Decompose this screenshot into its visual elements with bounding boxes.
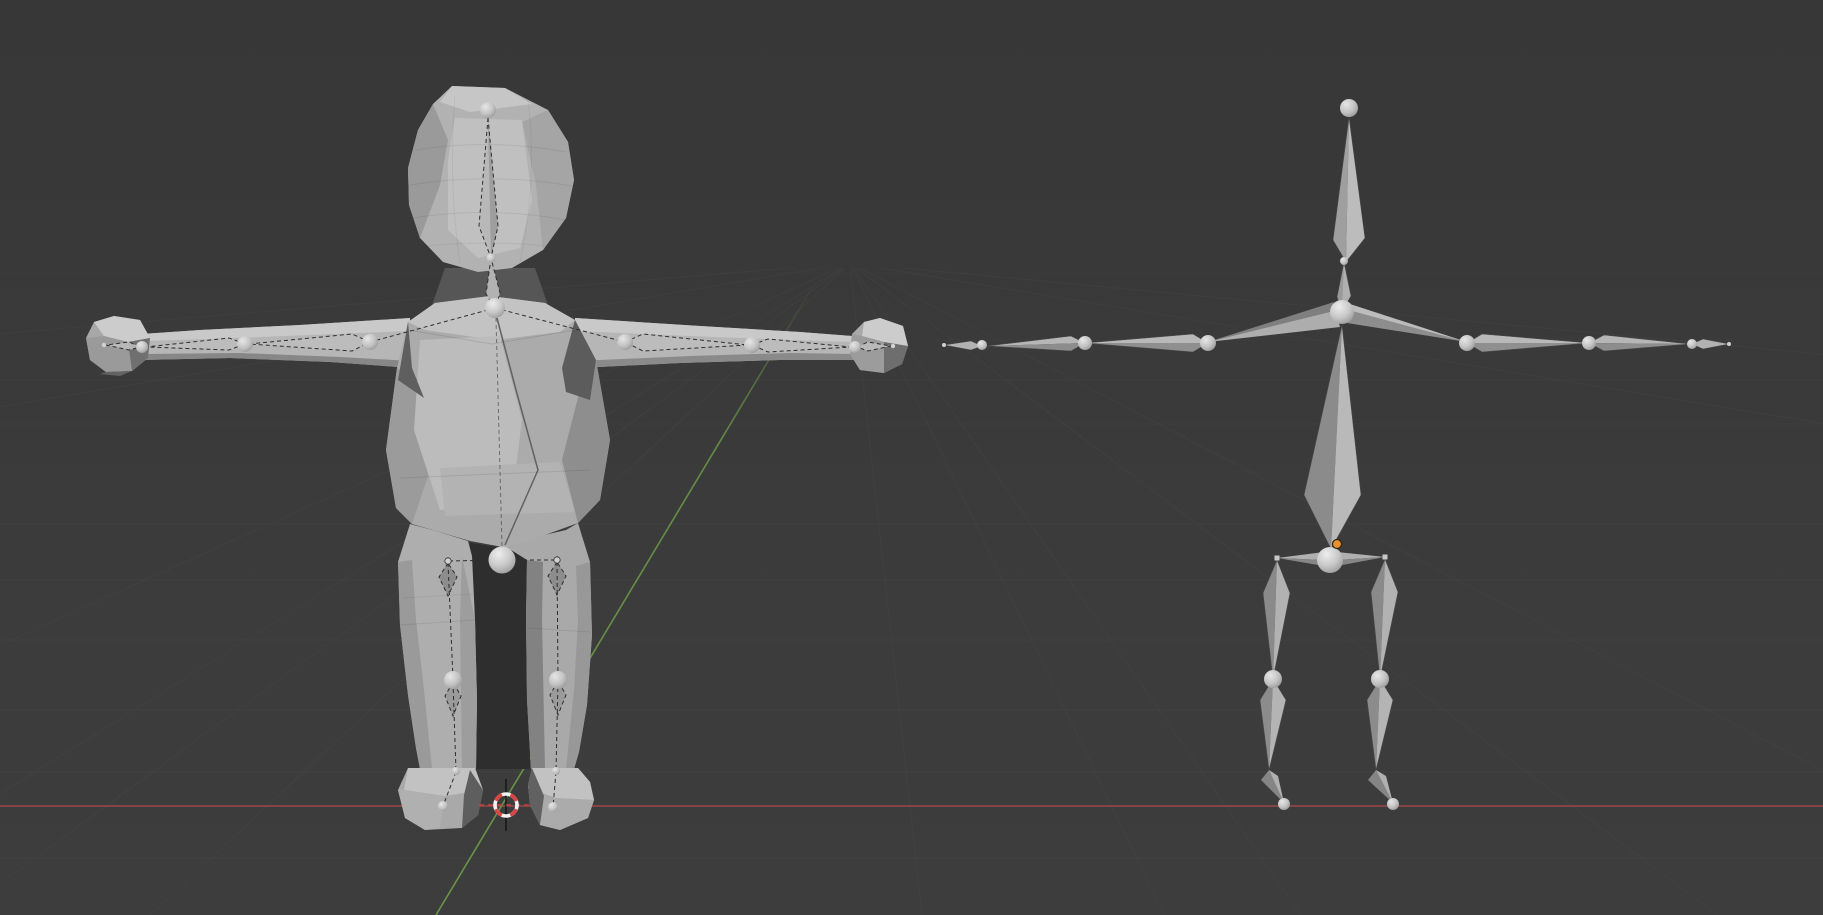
joint-sphere bbox=[1317, 547, 1343, 573]
joint-sphere bbox=[1371, 670, 1389, 688]
joint-sphere bbox=[487, 254, 496, 263]
viewport-background bbox=[0, 0, 1823, 915]
joint-sphere bbox=[485, 298, 505, 318]
joint-sphere bbox=[237, 336, 253, 352]
joint-sphere bbox=[1278, 798, 1290, 810]
joint-sphere bbox=[617, 334, 633, 350]
joint-sphere bbox=[480, 102, 496, 118]
joint-sphere bbox=[942, 343, 946, 347]
joint-sphere bbox=[552, 767, 560, 775]
joint-sphere bbox=[1340, 99, 1358, 117]
joint-sphere bbox=[744, 337, 760, 353]
joint-sphere bbox=[489, 547, 516, 574]
character-foot-left-mesh bbox=[398, 768, 483, 830]
joint-sphere bbox=[891, 344, 895, 348]
viewport-3d[interactable] bbox=[0, 0, 1823, 915]
joint-sphere bbox=[548, 802, 558, 812]
joint-sphere bbox=[1200, 335, 1216, 351]
joint-sphere bbox=[1078, 336, 1092, 350]
joint-sphere bbox=[136, 341, 148, 353]
object-origin-dot bbox=[1333, 540, 1342, 549]
character-leg-gap-shadow bbox=[470, 543, 530, 769]
joint-sphere bbox=[102, 343, 106, 347]
joint-sphere bbox=[1387, 798, 1399, 810]
joint-sphere bbox=[444, 671, 462, 689]
joint-sphere bbox=[1264, 670, 1282, 688]
joint-sphere bbox=[1687, 339, 1697, 349]
viewport-canvas[interactable] bbox=[0, 0, 1823, 915]
joint-sphere bbox=[452, 767, 460, 775]
character-torso-mesh bbox=[386, 296, 610, 548]
joint-sphere bbox=[1330, 300, 1354, 324]
joint-sphere bbox=[362, 334, 378, 350]
joint-sphere bbox=[1727, 342, 1731, 346]
joint-sphere bbox=[549, 671, 567, 689]
joint-sphere bbox=[1459, 335, 1475, 351]
joint-dot bbox=[554, 557, 560, 563]
joint-sphere bbox=[1340, 257, 1348, 265]
joint-sphere bbox=[849, 341, 861, 353]
joint-dot bbox=[445, 558, 451, 564]
joint-sphere bbox=[438, 801, 448, 811]
joint-sphere bbox=[977, 340, 987, 350]
joint-dot bbox=[1383, 555, 1388, 560]
joint-sphere bbox=[1582, 336, 1596, 350]
joint-dot bbox=[1275, 556, 1280, 561]
